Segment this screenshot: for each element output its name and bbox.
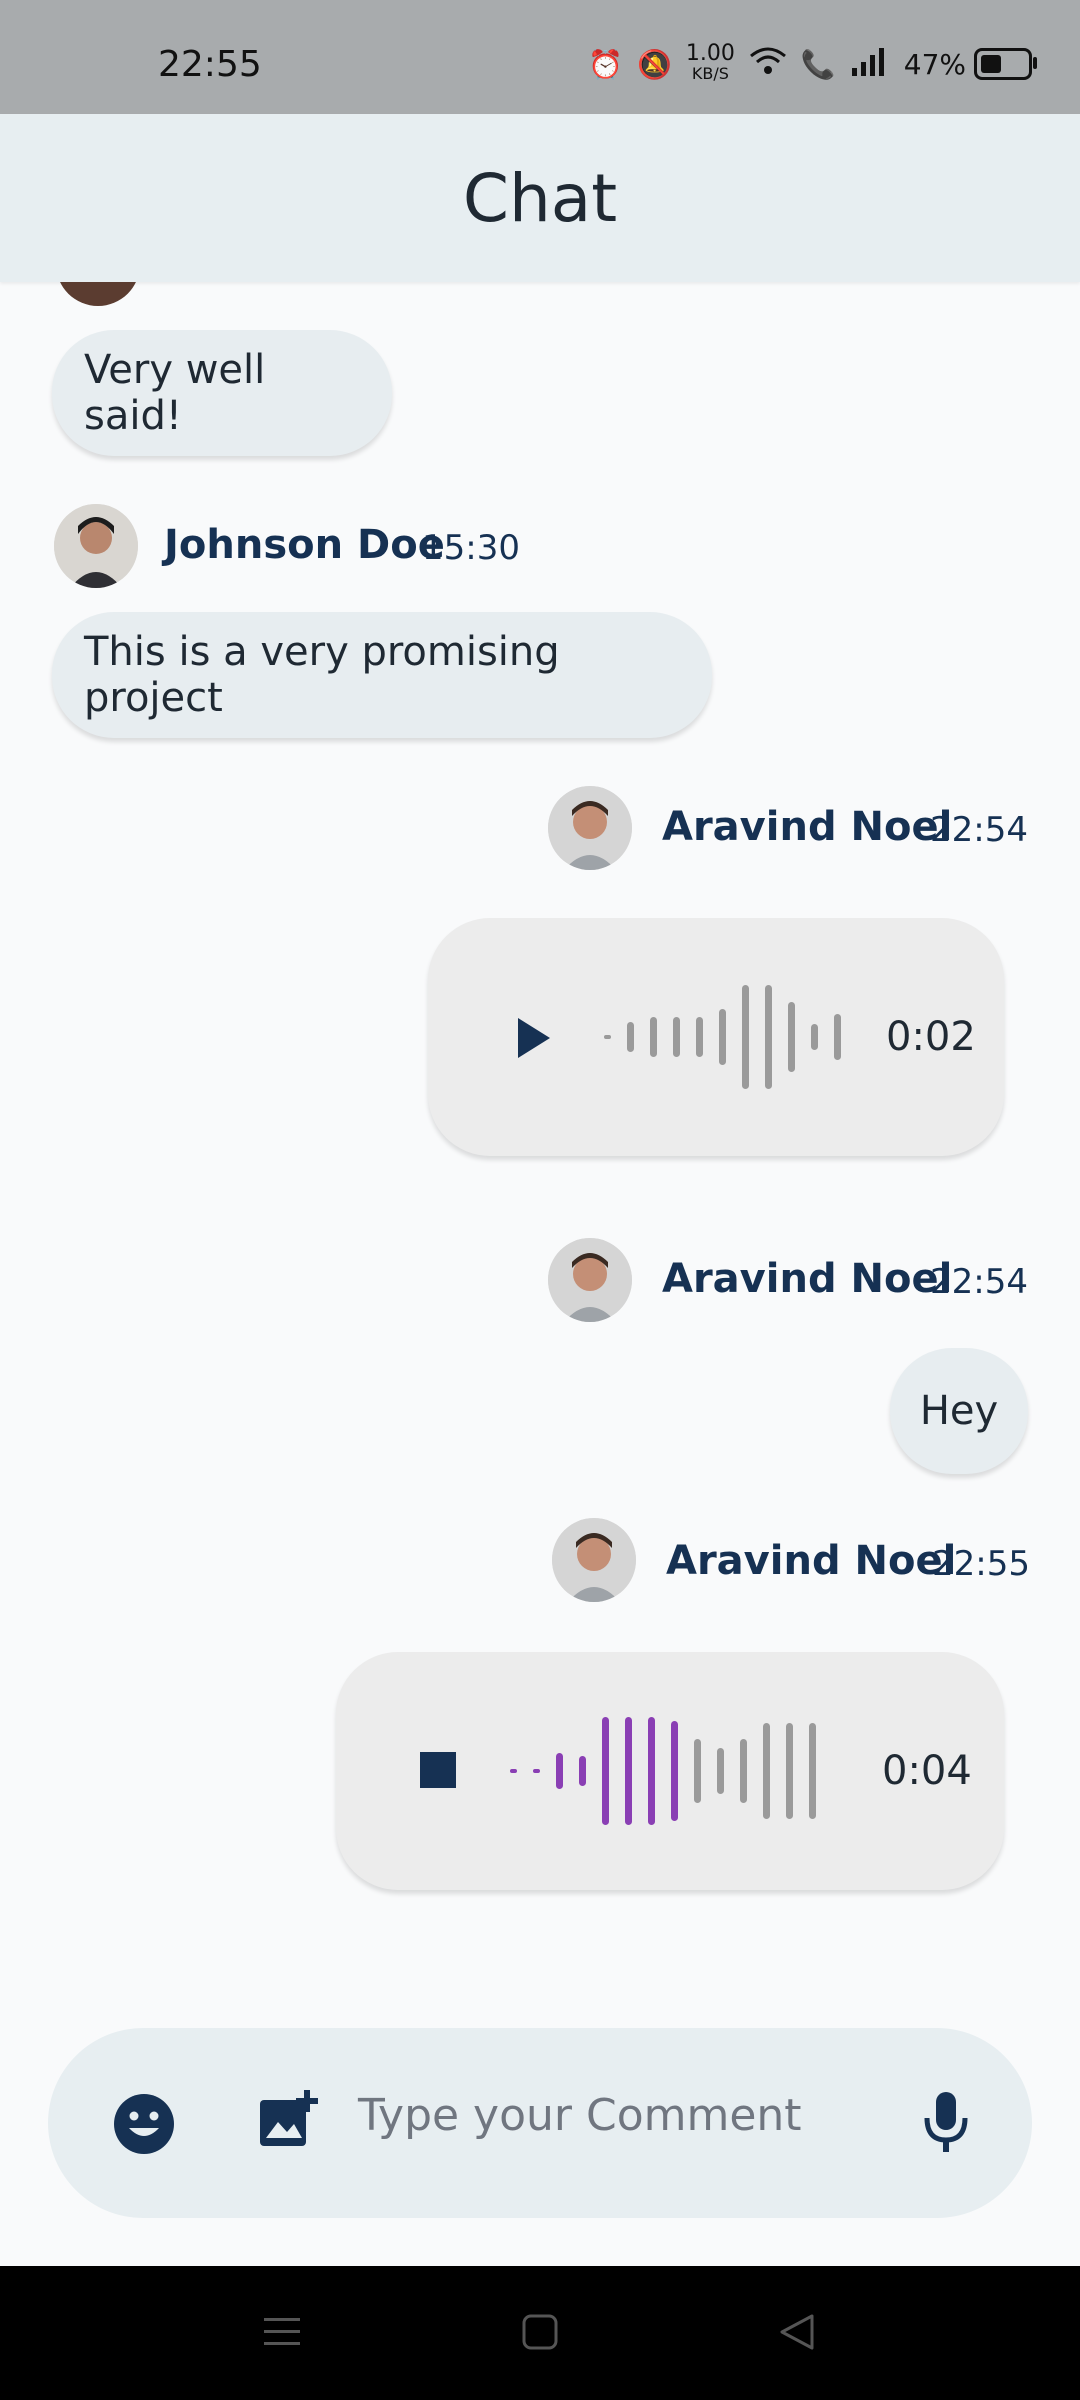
stop-icon[interactable] [420, 1752, 456, 1788]
comment-input[interactable]: Type your Comment [358, 2090, 802, 2141]
call-icon: 📞 [800, 47, 836, 81]
message-bubble[interactable]: Very well said! [52, 330, 392, 456]
system-navigation-bar [0, 2266, 1080, 2400]
network-speed: 1.00 KB/S [685, 41, 735, 84]
avatar[interactable] [548, 786, 632, 870]
voice-duration: 0:02 [886, 1014, 976, 1060]
avatar[interactable] [552, 1518, 636, 1602]
message-text: This is a very promising project [84, 629, 560, 721]
voice-waveform[interactable] [604, 918, 841, 1156]
battery-icon [974, 48, 1037, 80]
message-bubble[interactable]: This is a very promising project [52, 612, 712, 738]
alarm-icon: ⏰ [588, 47, 624, 81]
voice-duration: 0:04 [882, 1748, 972, 1794]
back-icon[interactable] [776, 2312, 816, 2356]
message-time: 22:54 [930, 810, 1028, 850]
menu-icon[interactable] [262, 2314, 302, 2354]
sender-name[interactable]: Aravind Noel [662, 804, 952, 850]
sender-name[interactable]: Aravind Noel [666, 1538, 956, 1584]
avatar[interactable] [54, 504, 138, 588]
message-composer: Type your Comment [48, 2028, 1032, 2218]
mute-bell-icon: 🔕 [637, 47, 672, 81]
home-icon[interactable] [520, 2312, 560, 2356]
message-text: Very well said! [84, 347, 266, 439]
wifi-icon [749, 46, 787, 83]
sender-name[interactable]: Johnson Doe [164, 522, 445, 568]
avatar [56, 282, 140, 306]
voice-waveform[interactable] [510, 1652, 816, 1890]
voice-message[interactable]: 0:02 [428, 918, 1004, 1156]
message-time: 22:54 [930, 1262, 1028, 1302]
status-icons: ⏰ 🔕 1.00 KB/S 📞 47% [588, 41, 1037, 84]
status-bar: 22:55 ⏰ 🔕 1.00 KB/S 📞 47% [0, 0, 1080, 114]
status-time: 22:55 [158, 44, 262, 85]
avatar[interactable] [548, 1238, 632, 1322]
microphone-icon[interactable] [922, 2090, 970, 2158]
battery: 47% [904, 48, 1037, 81]
message-time: 15:30 [422, 528, 520, 568]
chat-list[interactable]: Very well said! Johnson Doe 15:30 This i… [0, 282, 1080, 2002]
message-text: Hey [919, 1388, 999, 1434]
app-header: Chat [0, 114, 1080, 282]
page-title: Chat [462, 159, 618, 237]
play-icon[interactable] [516, 1016, 552, 1064]
add-image-icon[interactable] [258, 2090, 320, 2156]
signal-icon [850, 46, 890, 83]
message-time: 22:55 [932, 1544, 1030, 1584]
voice-message[interactable]: 0:04 [336, 1652, 1004, 1890]
emoji-icon[interactable] [112, 2092, 176, 2160]
sender-name[interactable]: Aravind Noel [662, 1256, 952, 1302]
message-bubble[interactable]: Hey [890, 1348, 1028, 1474]
